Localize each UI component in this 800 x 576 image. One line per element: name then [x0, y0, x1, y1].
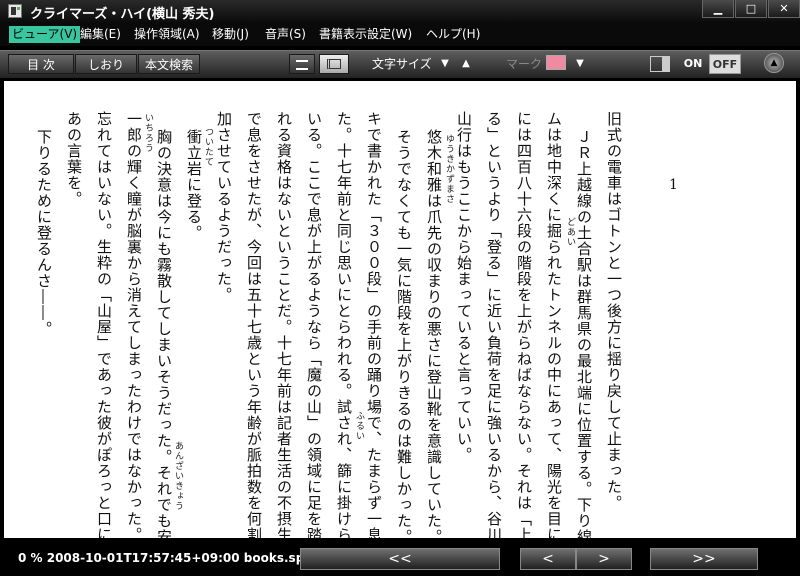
vertical-text-body: 旧式の電車はゴトンと一つ後方に揺り戻して止まった。 ＪＲ上越線の土合駅は群馬県の… — [4, 111, 796, 538]
text-line: 下りるために登るんさ――。 — [35, 129, 53, 337]
window-title: クライマーズ・ハイ(横山 秀夫) — [30, 7, 215, 22]
text-line: ＪＲ上越線の土合駅は群馬県の最北端に位置する。下り線ホー — [575, 129, 593, 538]
single-page-view-button[interactable] — [289, 54, 315, 74]
font-size-up-button[interactable]: ▲ — [458, 55, 474, 73]
menu-help[interactable]: ヘルプ(H) — [423, 26, 483, 43]
text-line: で息をさせたが、今回は五十七歳という年齢が脈拍数を何割か増 — [245, 111, 263, 538]
search-button[interactable]: 本文検索 — [138, 54, 200, 74]
text-line: あの言葉を。 — [65, 111, 83, 207]
layout-toggle-icon[interactable] — [650, 56, 670, 72]
single-page-icon — [296, 60, 308, 70]
text-line: 衝立岩に登る。 — [185, 129, 203, 241]
menu-move[interactable]: 移動(J) — [209, 26, 252, 43]
ruby-text: ついたて — [203, 127, 213, 167]
text-line: 悠木和雅は爪先の収まりの悪さに登山靴を意識していた。 — [425, 129, 443, 538]
ruby-text: ゆうきかずまさ — [444, 134, 454, 204]
app-icon — [8, 4, 22, 18]
status-text: 0 % 2008-10-01T17:57:45+09:00 books.spa.… — [18, 551, 327, 565]
toc-button[interactable]: 目 次 — [8, 54, 74, 74]
font-size-label: 文字サイズ — [372, 57, 432, 71]
text-line: 旧式の電車はゴトンと一つ後方に揺り戻して止まった。 — [605, 111, 623, 511]
on-button[interactable]: ON — [680, 54, 706, 74]
text-line: れる資格はないということだ。十七年前は記者生活の不摂生が肩 — [275, 111, 293, 538]
text-line: 一郎の輝く瞳が脳裏から消えてしまったわけではなかった。耳も — [125, 111, 143, 538]
text-line: そうでなくても一気に階段を上がりきるのは難しかった。ベン — [395, 129, 413, 538]
font-size-down-button[interactable]: ▼ — [437, 55, 453, 73]
mark-color-dropdown[interactable]: ▼ — [572, 55, 588, 73]
bookmark-button[interactable]: しおり — [75, 54, 137, 74]
off-button[interactable]: OFF — [709, 54, 741, 74]
book-page: 1 旧式の電車はゴトンと一つ後方に揺り戻して止まった。 ＪＲ上越線の土合駅は群馬… — [4, 81, 796, 538]
menu-book-display-settings[interactable]: 書籍表示設定(W) — [316, 26, 415, 43]
text-line: 山行はもうここから始まっていると言っていい。 — [455, 111, 473, 463]
mark-color-swatch[interactable] — [546, 55, 566, 70]
ruby-text: いちろう — [143, 113, 153, 153]
menu-viewer[interactable]: ビューア(V) — [9, 26, 81, 43]
text-line: 加させているようだった。 — [215, 111, 233, 303]
text-line: 忘れてはいない。生粋の「山屋」であった彼がぽろっと口にした — [95, 111, 113, 538]
menu-operation-area[interactable]: 操作領域(A) — [131, 26, 203, 43]
double-page-view-button[interactable] — [319, 54, 349, 74]
mark-label: マーク — [506, 57, 543, 71]
menu-bar: ビューア(V) 編集(E) 操作領域(A) 移動(J) 音声(S) 書籍表示設定… — [0, 22, 800, 46]
minimize-button[interactable]: ▁ — [702, 0, 734, 18]
previous-button[interactable]: < — [520, 548, 576, 570]
toolbar: 目 次 しおり 本文検索 文字サイズ ▼ ▲ マーク ▼ ON OFF — [0, 50, 800, 78]
text-line: た。十七年前と同じ思いにとらわれる。試され、篩に掛けられて — [335, 111, 353, 538]
next-button[interactable]: > — [576, 548, 632, 570]
text-line: 胸の決意は今にも霧散してしまいそうだった。それでも安西耿 — [155, 129, 173, 538]
status-bar: 0 % 2008-10-01T17:57:45+09:00 books.spa.… — [0, 540, 800, 576]
title-bar: クライマーズ・ハイ(横山 秀夫) ▁ □ ✕ — [0, 0, 800, 22]
text-line: には四百八十六段の階段を上がらねばならない。それは「上が — [515, 111, 533, 538]
ruby-text: あんざいきょう — [173, 441, 183, 511]
ruby-text: どあい — [565, 217, 575, 247]
text-line: ムは地中深くに掘られたトンネルの中にあって、陽光を目にする — [545, 111, 563, 538]
menu-edit[interactable]: 編集(E) — [77, 26, 124, 43]
text-line: る」というより「登る」に近い負荷を足に強いるから、谷川岳の — [485, 111, 503, 538]
next-page-button[interactable]: >> — [650, 548, 758, 570]
text-line: キで書かれた「３００段」の手前の踊り場で、たまらず一息入れ — [365, 111, 383, 538]
ruby-text: ふるい — [354, 411, 364, 441]
circle-menu-button[interactable]: ▲ — [764, 53, 784, 73]
maximize-button[interactable]: □ — [735, 0, 767, 18]
previous-page-button[interactable]: << — [300, 548, 500, 570]
double-page-icon — [327, 59, 341, 69]
menu-audio[interactable]: 音声(S) — [262, 26, 309, 43]
text-line: いる。ここで息が上がるようなら「魔の山」の領域に足を踏み入 — [305, 111, 323, 538]
close-button[interactable]: ✕ — [768, 0, 800, 18]
